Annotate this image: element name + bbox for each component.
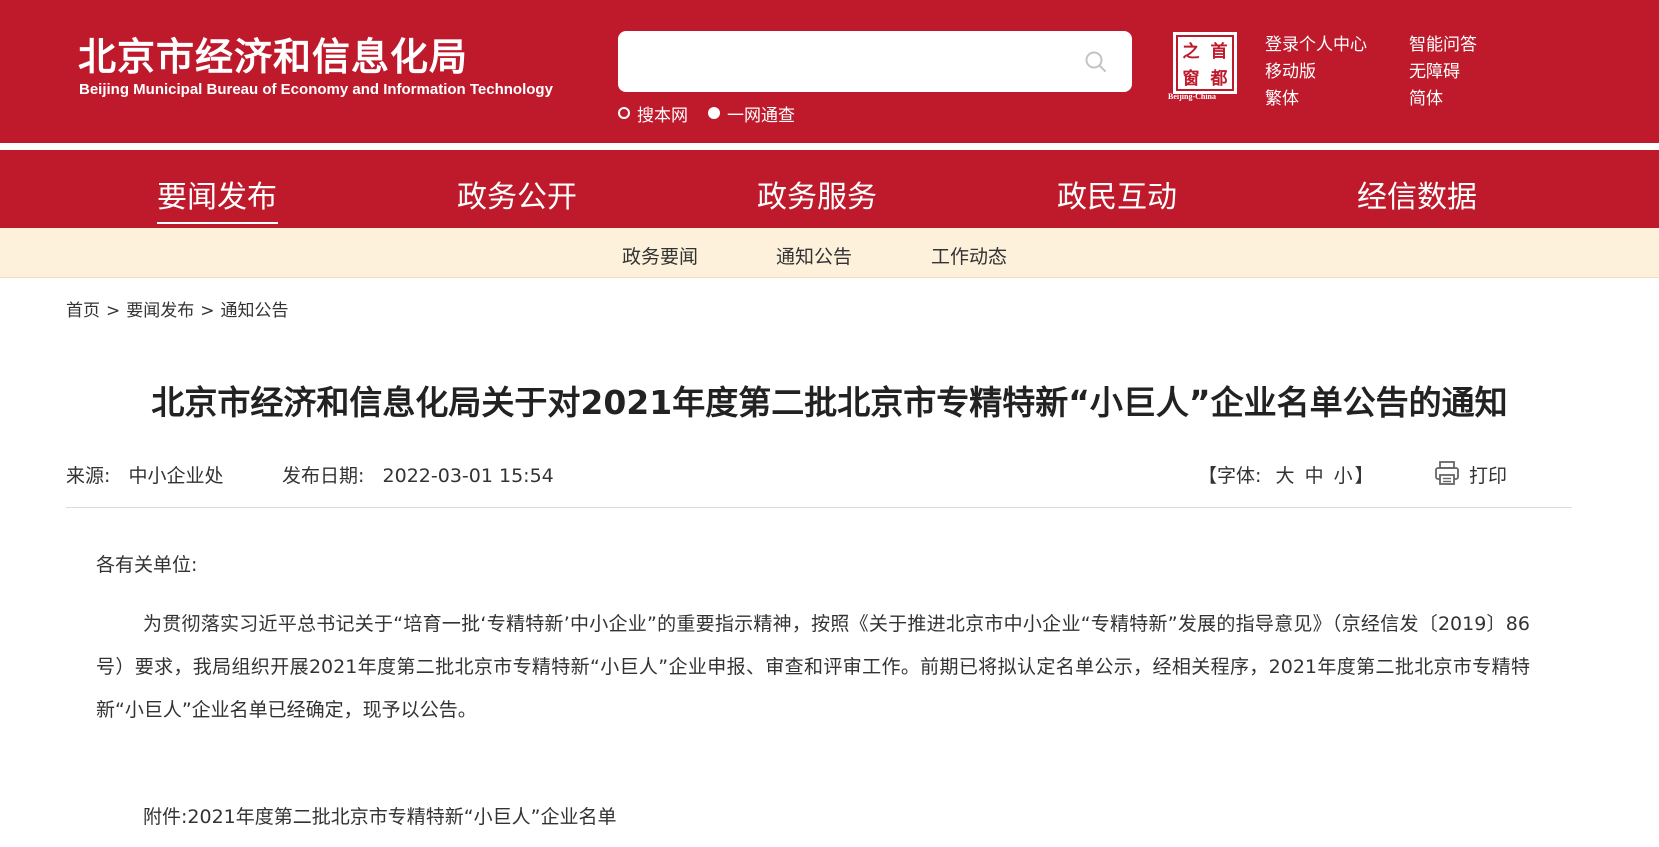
seal-char: 窗 bbox=[1182, 69, 1200, 89]
breadcrumb-news[interactable]: 要闻发布 bbox=[126, 301, 194, 321]
sub-nav: 政务要闻 通知公告 工作动态 bbox=[0, 228, 1659, 278]
search-input[interactable] bbox=[634, 45, 1074, 77]
search-option-site[interactable]: 搜本网 bbox=[618, 103, 688, 126]
breadcrumb-separator: > bbox=[106, 301, 121, 321]
font-size-switcher: 【字体: 大 中 小】 bbox=[1198, 461, 1374, 488]
meta-divider bbox=[66, 507, 1572, 508]
login-link[interactable]: 登录个人中心 bbox=[1265, 30, 1367, 55]
seal-characters: 之 首 窗 都 bbox=[1177, 36, 1233, 90]
date-label: 发布日期: bbox=[282, 465, 365, 487]
site-header: 北京市经济和信息化局 Beijing Municipal Bureau of E… bbox=[0, 0, 1659, 143]
attachment-label: 附件: bbox=[143, 806, 188, 828]
radio-selected-icon bbox=[708, 107, 720, 119]
nav-active-indicator bbox=[157, 222, 278, 224]
site-logo-title[interactable]: 北京市经济和信息化局 bbox=[78, 26, 468, 81]
attachment-line: 附件:2021年度第二批北京市专精特新“小巨人”企业名单 bbox=[143, 802, 616, 829]
breadcrumb-notices[interactable]: 通知公告 bbox=[221, 301, 289, 321]
font-size-label-close: 】 bbox=[1354, 465, 1374, 487]
printer-icon[interactable] bbox=[1433, 459, 1461, 487]
breadcrumb-home[interactable]: 首页 bbox=[66, 301, 100, 321]
main-nav: 要闻发布 政务公开 政务服务 政民互动 经信数据 bbox=[0, 150, 1659, 228]
search-option-label: 搜本网 bbox=[637, 105, 688, 126]
nav-item-interaction[interactable]: 政民互动 bbox=[1057, 172, 1177, 216]
site-logo-subtitle: Beijing Municipal Bureau of Economy and … bbox=[79, 81, 553, 98]
nav-item-services[interactable]: 政务服务 bbox=[757, 172, 877, 216]
nav-item-news[interactable]: 要闻发布 bbox=[157, 172, 277, 216]
breadcrumb: 首页 > 要闻发布 > 通知公告 bbox=[66, 296, 289, 321]
source-value: 中小企业处 bbox=[128, 465, 224, 487]
nav-item-data[interactable]: 经信数据 bbox=[1357, 172, 1477, 216]
article-paragraph: 为贯彻落实习近平总书记关于“培育一批‘专精特新’中小企业”的重要指示精神，按照《… bbox=[96, 613, 1530, 721]
seal-caption: Beijing-China bbox=[1168, 92, 1217, 101]
font-size-large[interactable]: 大 bbox=[1276, 465, 1295, 487]
simplified-chinese-link[interactable]: 简体 bbox=[1409, 84, 1443, 109]
seal-char: 首 bbox=[1210, 42, 1228, 62]
font-size-small[interactable]: 小 bbox=[1334, 465, 1353, 487]
print-button[interactable]: 打印 bbox=[1469, 461, 1507, 488]
subnav-item-work-updates[interactable]: 工作动态 bbox=[931, 242, 1007, 269]
attachment-link[interactable]: 2021年度第二批北京市专精特新“小巨人”企业名单 bbox=[187, 806, 616, 828]
article-source: 来源: 中小企业处 bbox=[66, 461, 224, 488]
font-size-medium[interactable]: 中 bbox=[1305, 465, 1324, 487]
search-icon[interactable] bbox=[1083, 49, 1109, 75]
traditional-chinese-link[interactable]: 繁体 bbox=[1265, 84, 1299, 109]
font-size-label: 【字体: bbox=[1198, 465, 1262, 487]
nav-item-government-affairs[interactable]: 政务公开 bbox=[457, 172, 577, 216]
mobile-version-link[interactable]: 移动版 bbox=[1265, 57, 1316, 82]
article-title: 北京市经济和信息化局关于对2021年度第二批北京市专精特新“小巨人”企业名单公告… bbox=[151, 383, 1508, 422]
subnav-item-gov-news[interactable]: 政务要闻 bbox=[622, 242, 698, 269]
source-label: 来源: bbox=[66, 465, 111, 487]
search-box bbox=[618, 31, 1132, 92]
accessibility-link[interactable]: 无障碍 bbox=[1409, 57, 1460, 82]
seal-char: 之 bbox=[1182, 42, 1200, 62]
search-option-all[interactable]: 一网通查 bbox=[708, 103, 795, 126]
seal-char: 都 bbox=[1210, 69, 1228, 89]
salutation: 各有关单位: bbox=[96, 554, 198, 576]
search-option-label: 一网通查 bbox=[727, 105, 795, 126]
date-value: 2022-03-01 15:54 bbox=[382, 465, 554, 487]
subnav-item-notices[interactable]: 通知公告 bbox=[776, 242, 852, 269]
article-date: 发布日期: 2022-03-01 15:54 bbox=[282, 461, 554, 488]
smart-qa-link[interactable]: 智能问答 bbox=[1409, 30, 1477, 55]
breadcrumb-separator: > bbox=[200, 301, 215, 321]
radio-unselected-icon bbox=[618, 107, 630, 119]
